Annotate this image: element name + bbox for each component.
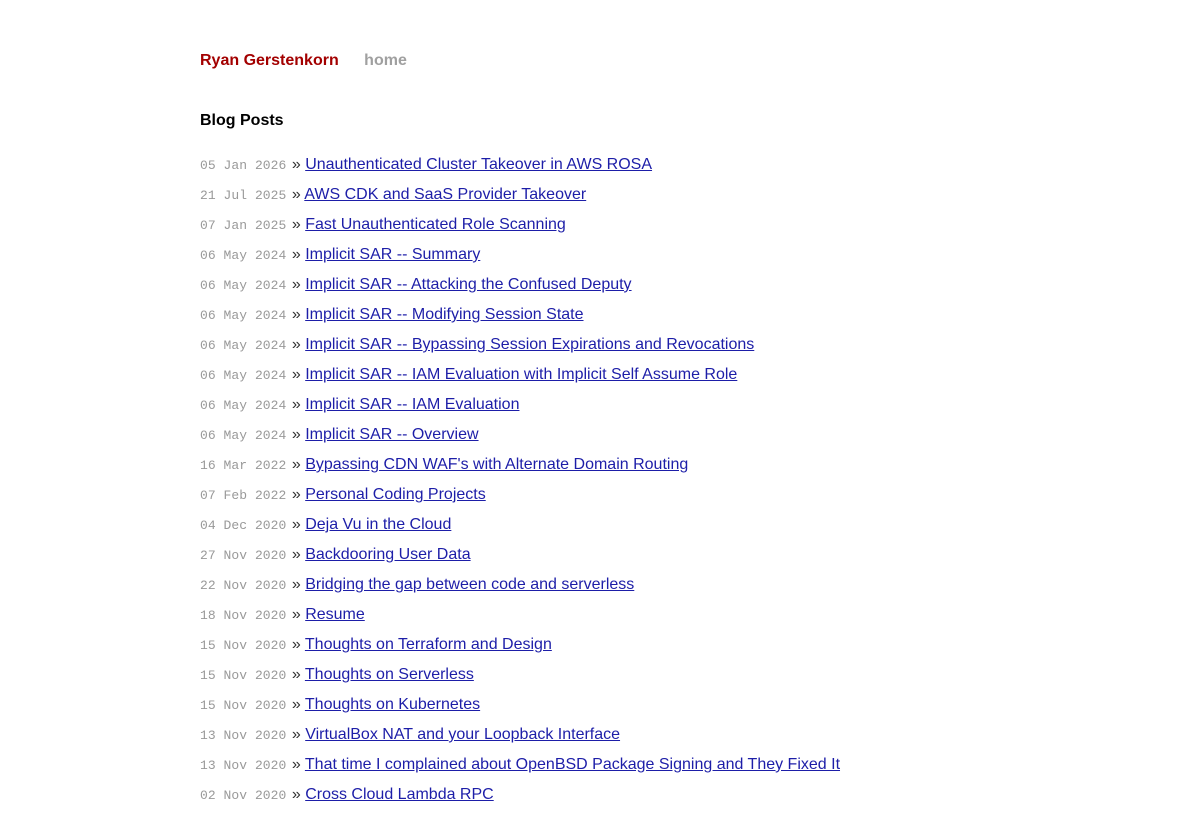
masthead: Ryan Gerstenkorn home [200,52,407,72]
post-date: 05 Jan 2026 [200,158,287,173]
post-item: 15 Nov 2020 » Thoughts on Serverless [200,665,840,695]
post-date: 06 May 2024 [200,428,287,443]
post-separator: » [291,366,301,383]
post-separator: » [291,396,301,413]
post-item: 06 May 2024 » Implicit SAR -- IAM Evalua… [200,365,840,395]
post-separator: » [291,426,301,443]
post-separator: » [291,276,301,293]
post-separator: » [291,786,301,803]
post-link[interactable]: AWS CDK and SaaS Provider Takeover [304,186,586,203]
post-item: 27 Nov 2020 » Backdooring User Data [200,545,840,575]
post-link[interactable]: Resume [305,606,365,623]
post-item: 15 Nov 2020 » Thoughts on Terraform and … [200,635,840,665]
post-link[interactable]: Thoughts on Serverless [305,666,474,683]
post-item: 06 May 2024 » Implicit SAR -- Bypassing … [200,335,840,365]
post-separator: » [291,726,301,743]
post-separator: » [291,246,301,263]
post-link[interactable]: Implicit SAR -- Overview [305,426,478,443]
post-link[interactable]: Implicit SAR -- Modifying Session State [305,306,583,323]
post-date: 06 May 2024 [200,368,287,383]
post-item: 22 Nov 2020 » Bridging the gap between c… [200,575,840,605]
post-date: 18 Nov 2020 [200,608,287,623]
post-date: 06 May 2024 [200,308,287,323]
post-separator: » [291,576,301,593]
post-date: 13 Nov 2020 [200,728,287,743]
post-link[interactable]: Implicit SAR -- Bypassing Session Expira… [305,336,754,353]
post-separator: » [291,636,301,653]
post-item: 15 Nov 2020 » Thoughts on Kubernetes [200,695,840,725]
post-link[interactable]: Cross Cloud Lambda RPC [305,786,494,803]
post-separator: » [291,306,301,323]
post-separator: » [291,546,301,563]
post-link[interactable]: Implicit SAR -- IAM Evaluation [305,396,519,413]
post-date: 06 May 2024 [200,248,287,263]
post-separator: » [291,756,301,773]
post-link[interactable]: VirtualBox NAT and your Loopback Interfa… [305,726,620,743]
post-date: 02 Nov 2020 [200,788,287,803]
post-separator: » [291,156,301,173]
post-item: 21 Jul 2025 » AWS CDK and SaaS Provider … [200,185,840,215]
post-item: 04 Dec 2020 » Deja Vu in the Cloud [200,515,840,545]
post-link[interactable]: Implicit SAR -- Attacking the Confused D… [305,276,631,293]
post-link[interactable]: Bypassing CDN WAF's with Alternate Domai… [305,456,688,473]
post-date: 27 Nov 2020 [200,548,287,563]
post-separator: » [291,216,301,233]
post-item: 13 Nov 2020 » That time I complained abo… [200,755,840,785]
post-date: 22 Nov 2020 [200,578,287,593]
post-link[interactable]: Unauthenticated Cluster Takeover in AWS … [305,156,652,173]
post-item: 13 Nov 2020 » VirtualBox NAT and your Lo… [200,725,840,755]
post-date: 06 May 2024 [200,398,287,413]
post-item: 06 May 2024 » Implicit SAR -- Summary [200,245,840,275]
post-separator: » [291,456,301,473]
post-date: 06 May 2024 [200,278,287,293]
post-item: 16 Mar 2022 » Bypassing CDN WAF's with A… [200,455,840,485]
post-item: 06 May 2024 » Implicit SAR -- Overview [200,425,840,455]
post-link[interactable]: Fast Unauthenticated Role Scanning [305,216,566,233]
post-item: 05 Jan 2026 » Unauthenticated Cluster Ta… [200,155,840,185]
post-date: 07 Jan 2025 [200,218,287,233]
post-separator: » [291,696,301,713]
post-date: 15 Nov 2020 [200,698,287,713]
post-link[interactable]: Backdooring User Data [305,546,470,563]
post-date: 06 May 2024 [200,338,287,353]
post-date: 07 Feb 2022 [200,488,287,503]
post-item: 06 May 2024 » Implicit SAR -- Modifying … [200,305,840,335]
post-item: 07 Feb 2022 » Personal Coding Projects [200,485,840,515]
post-separator: » [291,186,301,203]
post-link[interactable]: Implicit SAR -- IAM Evaluation with Impl… [305,366,737,383]
post-date: 15 Nov 2020 [200,668,287,683]
post-item: 06 May 2024 » Implicit SAR -- IAM Evalua… [200,395,840,425]
post-separator: » [291,666,301,683]
post-date: 04 Dec 2020 [200,518,287,533]
nav-home-link[interactable]: home [364,52,407,69]
post-separator: » [291,336,301,353]
section-title: Blog Posts [200,112,284,129]
post-link[interactable]: Thoughts on Kubernetes [305,696,480,713]
post-separator: » [291,606,301,623]
post-link[interactable]: Bridging the gap between code and server… [305,576,634,593]
post-link[interactable]: Implicit SAR -- Summary [305,246,480,263]
post-date: 16 Mar 2022 [200,458,287,473]
post-item: 18 Nov 2020 » Resume [200,605,840,635]
post-date: 13 Nov 2020 [200,758,287,773]
site-title-link[interactable]: Ryan Gerstenkorn [200,52,339,69]
post-link[interactable]: Thoughts on Terraform and Design [305,636,552,653]
post-separator: » [291,516,301,533]
post-list: 05 Jan 2026 » Unauthenticated Cluster Ta… [200,155,840,815]
post-link[interactable]: Deja Vu in the Cloud [305,516,451,533]
post-item: 02 Nov 2020 » Cross Cloud Lambda RPC [200,785,840,815]
post-separator: » [291,486,301,503]
post-date: 21 Jul 2025 [200,188,287,203]
post-date: 15 Nov 2020 [200,638,287,653]
post-link[interactable]: That time I complained about OpenBSD Pac… [305,756,840,773]
post-item: 07 Jan 2025 » Fast Unauthenticated Role … [200,215,840,245]
post-item: 06 May 2024 » Implicit SAR -- Attacking … [200,275,840,305]
post-link[interactable]: Personal Coding Projects [305,486,486,503]
